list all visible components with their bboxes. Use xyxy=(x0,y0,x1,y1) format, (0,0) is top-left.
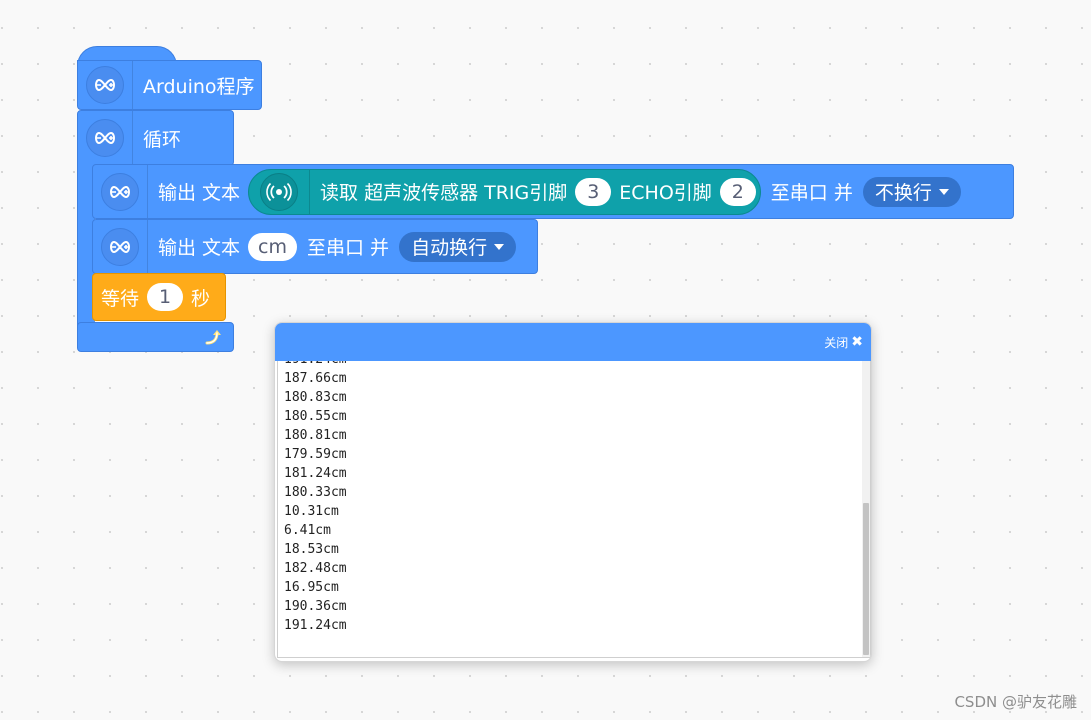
chevron-down-icon xyxy=(938,188,949,195)
print-sensor-block[interactable]: 输出 文本 读取 超声波传感器 TRIG引脚 3 ECHO引脚 2 至串口 并 xyxy=(92,164,1014,219)
serial-line: 191.24cm xyxy=(284,618,347,633)
serial-line: 179.59cm xyxy=(284,447,347,462)
serial-line: 10.31cm xyxy=(284,504,339,519)
newline-dropdown-1[interactable]: 不换行 xyxy=(862,176,961,207)
arduino-program-block[interactable]: Arduino程序 xyxy=(77,60,262,110)
loop-arrow-icon xyxy=(204,328,224,350)
newline-dropdown-2[interactable]: 自动换行 xyxy=(399,231,517,262)
serial-line: 182.48cm xyxy=(284,561,347,576)
wait-label: 等待 xyxy=(101,287,140,310)
serial-line: 16.95cm xyxy=(284,580,339,595)
newline-dropdown-2-value: 自动换行 xyxy=(411,237,488,259)
serial-line: 187.66cm xyxy=(284,371,347,386)
serial-output-area[interactable]: 191.24cm 187.66cm 180.83cm 180.55cm 180.81cm… xyxy=(277,361,871,658)
close-button[interactable]: 关闭 ✖ xyxy=(824,334,863,351)
trig-pin-input[interactable]: 3 xyxy=(575,177,612,206)
sensor-icon-wrap xyxy=(249,169,311,214)
loop-block[interactable]: 循环 xyxy=(77,110,234,166)
wait-unit: 秒 xyxy=(191,287,211,310)
scrollbar-thumb[interactable] xyxy=(863,503,869,655)
serial-line: 6.41cm xyxy=(284,523,331,538)
program-label: Arduino程序 xyxy=(143,75,255,98)
sensor-label: 读取 超声波传感器 TRIG引脚 xyxy=(320,182,568,204)
serial-line: 180.83cm xyxy=(284,390,347,405)
serial-line: 18.53cm xyxy=(284,542,339,557)
arduino-icon-wrap xyxy=(78,61,133,109)
serial-line: 180.55cm xyxy=(284,409,347,424)
serial-line: 180.33cm xyxy=(284,485,347,500)
infinity-icon xyxy=(101,227,139,266)
infinity-icon xyxy=(86,119,124,157)
wait-block[interactable]: 等待 1 秒 xyxy=(92,273,226,321)
close-icon: ✖ xyxy=(851,334,863,350)
wait-seconds-input[interactable]: 1 xyxy=(147,283,184,311)
print-sensor-suffix: 至串口 并 xyxy=(770,182,853,204)
print-unit-label: 输出 文本 xyxy=(158,237,241,259)
text-value-input[interactable]: cm xyxy=(248,232,298,261)
watermark: CSDN @驴友花雕 xyxy=(954,693,1077,711)
print-unit-suffix: 至串口 并 xyxy=(307,237,390,259)
serial-monitor: 关闭 ✖ 191.24cm 187.66cm 180.83cm 180.55cm 180… xyxy=(274,322,872,662)
broadcast-icon xyxy=(260,172,299,211)
serial-monitor-header: 关闭 ✖ xyxy=(275,323,871,361)
serial-output-lines: 191.24cm 187.66cm 180.83cm 180.55cm 180.81cm… xyxy=(284,361,347,635)
newline-dropdown-1-value: 不换行 xyxy=(874,182,932,204)
print-icon-wrap xyxy=(93,165,148,218)
echo-pin-label: ECHO引脚 xyxy=(619,182,712,204)
serial-line: 181.24cm xyxy=(284,466,347,481)
loop-icon-wrap xyxy=(78,111,133,165)
infinity-icon xyxy=(86,66,124,104)
serial-line: 180.81cm xyxy=(284,428,347,443)
close-label: 关闭 xyxy=(824,335,849,350)
print-sensor-label: 输出 文本 xyxy=(158,182,241,204)
serial-line: 190.36cm xyxy=(284,599,347,614)
print-unit-icon-wrap xyxy=(93,220,148,273)
loop-label: 循环 xyxy=(143,128,182,151)
infinity-icon xyxy=(101,172,139,211)
loop-block-bottom xyxy=(77,322,234,352)
print-unit-block[interactable]: 输出 文本 cm 至串口 并 自动换行 xyxy=(92,219,538,274)
echo-pin-input[interactable]: 2 xyxy=(719,177,756,206)
ultrasonic-sensor-reporter[interactable]: 读取 超声波传感器 TRIG引脚 3 ECHO引脚 2 xyxy=(248,168,761,215)
chevron-down-icon xyxy=(494,243,505,250)
serial-line: 191.24cm xyxy=(284,361,347,369)
